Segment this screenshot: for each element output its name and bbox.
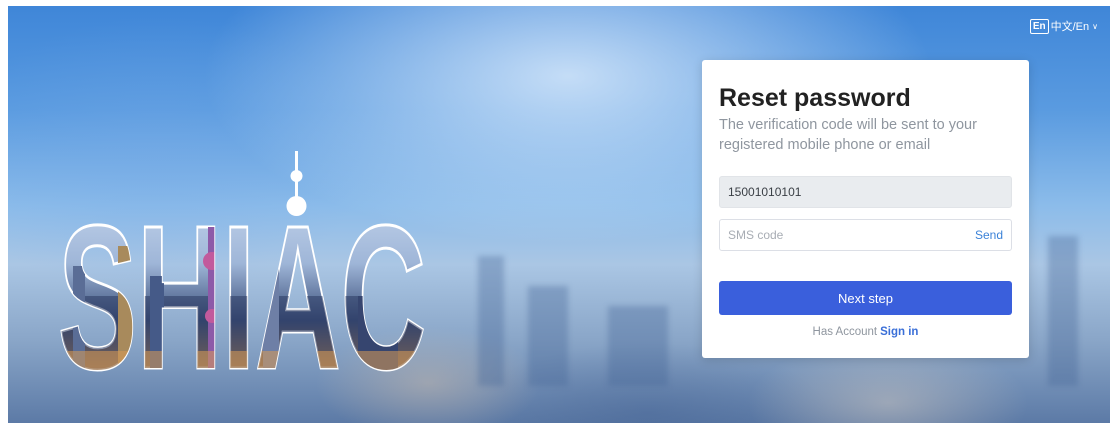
signin-row: Has Account Sign in	[719, 326, 1012, 338]
has-account-text: Has Account	[812, 326, 878, 338]
page-subtitle: The verification code will be sent to yo…	[719, 117, 977, 153]
language-switcher[interactable]: En 中文/En ∨	[1029, 18, 1098, 34]
language-label: 中文/En	[1050, 21, 1090, 33]
sms-code-field: Send	[719, 219, 1012, 251]
phone-field[interactable]: 15001010101	[719, 176, 1012, 208]
page-title: Reset password	[719, 84, 911, 112]
reset-password-card: Reset password The verification code wil…	[702, 60, 1029, 358]
shiac-logo: SHIAC SHIAC	[58, 151, 428, 381]
background-tower	[478, 256, 504, 386]
background-tower	[1048, 236, 1078, 386]
sms-code-input[interactable]	[728, 228, 975, 242]
background-tower	[528, 286, 568, 386]
language-badge: En	[1029, 18, 1049, 34]
logo-tower-sphere	[290, 170, 303, 182]
phone-value: 15001010101	[728, 185, 802, 199]
next-step-button[interactable]: Next step	[719, 281, 1012, 315]
send-code-button[interactable]: Send	[975, 228, 1003, 242]
background-tower	[608, 306, 668, 386]
chevron-down-icon: ∨	[1092, 21, 1098, 31]
login-background: En 中文/En ∨ SHIAC SHIAC	[8, 6, 1110, 423]
logo-tower-sphere	[286, 196, 307, 216]
sign-in-link[interactable]: Sign in	[880, 326, 918, 338]
